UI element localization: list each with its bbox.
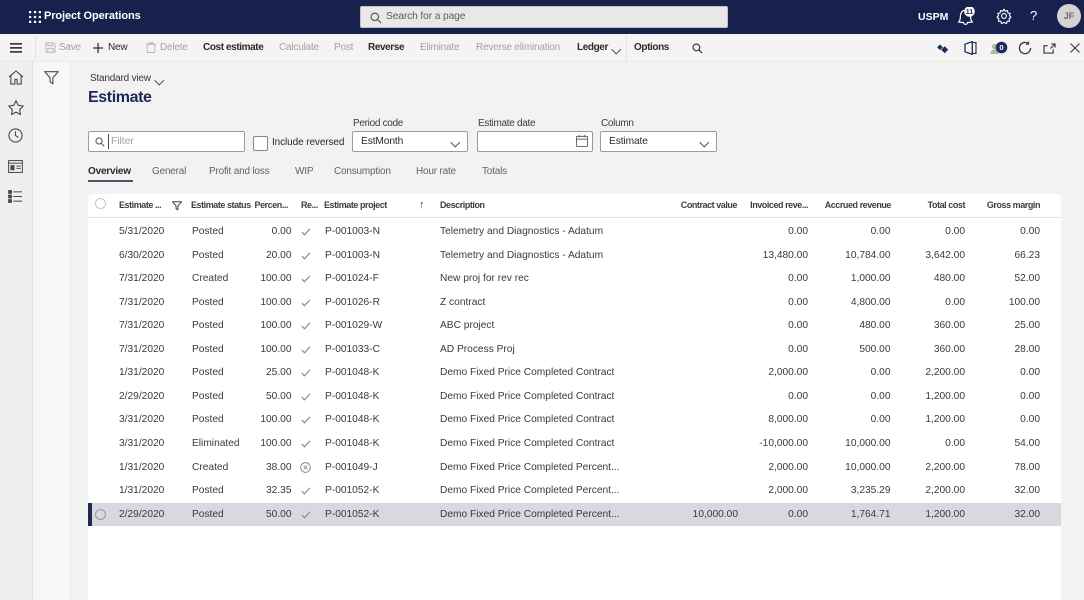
svg-text:0: 0	[999, 43, 1003, 52]
svg-text:11: 11	[966, 9, 974, 16]
